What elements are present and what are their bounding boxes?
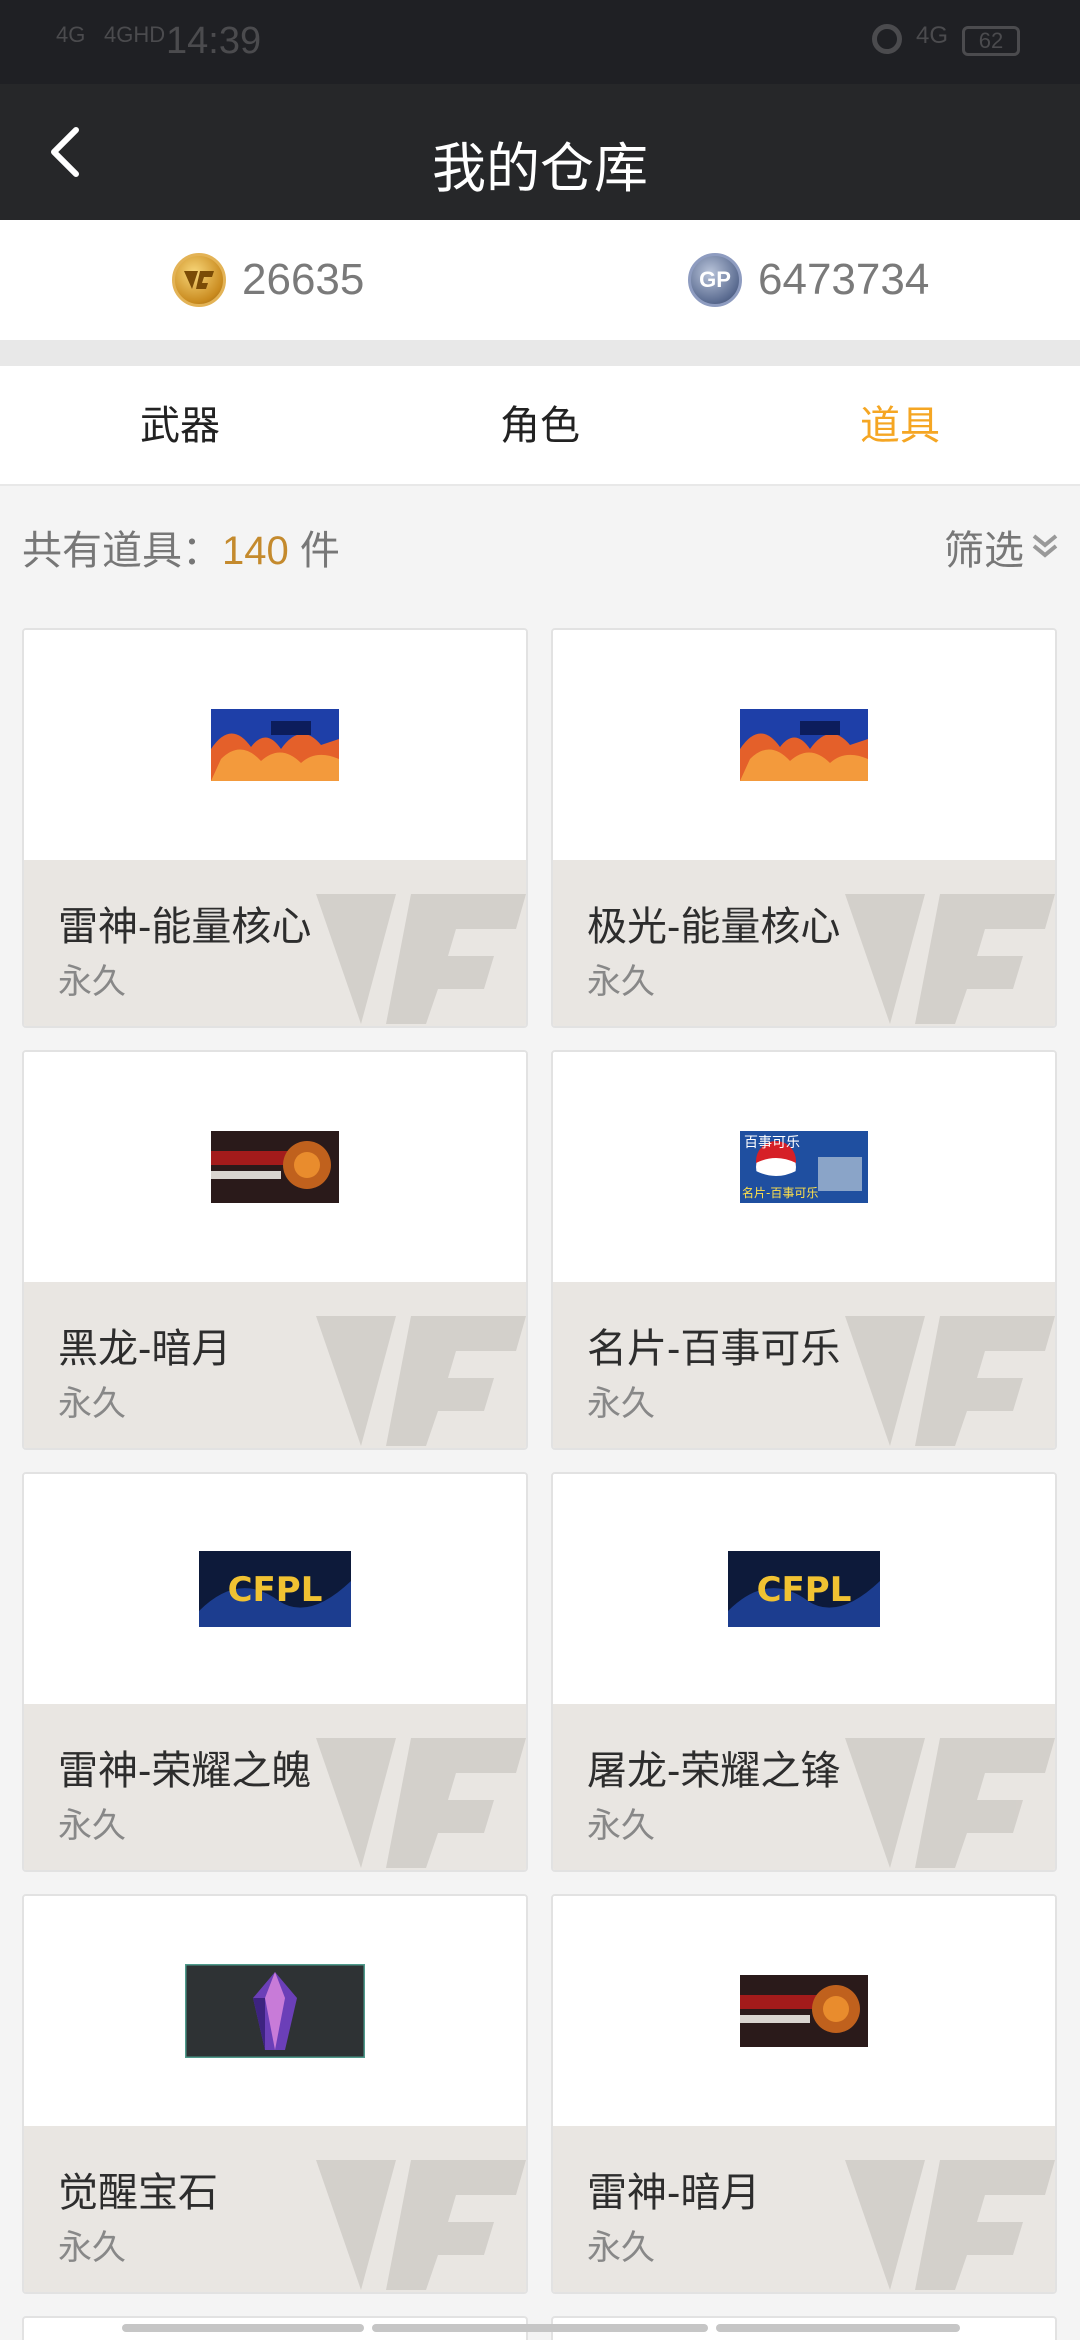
category-tabs: 武器 角色 道具 <box>0 366 1080 486</box>
item-count-suffix: 件 <box>288 529 340 573</box>
item-duration: 永久 <box>58 963 126 1001</box>
item-image-area: CFPL <box>24 1474 526 1704</box>
item-info: 雷神-暗月 永久 <box>553 2126 1055 2292</box>
item-image-area: CFPL <box>553 1474 1055 1704</box>
cf-watermark-icon <box>316 2160 526 2290</box>
item-info: 觉醒宝石 永久 <box>24 2126 526 2292</box>
pepsi-title-text: 百事可乐 <box>744 1135 800 1151</box>
tab-characters[interactable]: 角色 <box>360 366 720 486</box>
signal-icon: 4G <box>56 22 86 47</box>
cfpl-text: CFPL <box>228 1570 323 1610</box>
item-name: 雷神-荣耀之魄 <box>58 1749 312 1793</box>
signal-icon-2: 4GHD <box>104 22 166 47</box>
item-count-number: 140 <box>222 529 289 573</box>
item-card[interactable]: 极光-能量核心 永久 <box>551 628 1057 1028</box>
divider <box>0 340 1080 366</box>
item-image-area <box>24 630 526 860</box>
cf-watermark-icon <box>316 1738 526 1868</box>
cfpl-skin-image: CFPL <box>199 1551 351 1627</box>
item-count-prefix: 共有道具： <box>22 529 222 573</box>
item-duration: 永久 <box>587 1385 655 1423</box>
item-card[interactable]: 雷神-暗月 永久 <box>551 1894 1057 2294</box>
item-info: 黑龙-暗月 永久 <box>24 1282 526 1448</box>
item-image-area <box>24 1052 526 1282</box>
scroll-indicator <box>372 2324 708 2332</box>
item-duration: 永久 <box>58 1385 126 1423</box>
double-chevron-down-icon <box>1032 534 1058 558</box>
item-duration: 永久 <box>58 2229 126 2267</box>
network-icon: 4G <box>916 22 949 49</box>
filter-button[interactable]: 筛选 <box>944 518 1060 576</box>
item-card[interactable]: CFPL 雷神-荣耀之魄 永久 <box>22 1472 528 1872</box>
item-name: 觉醒宝石 <box>58 2171 218 2215</box>
status-bar: 4G 4GHD 14:39 4G 62 <box>0 0 1080 84</box>
tab-weapons[interactable]: 武器 <box>0 366 360 486</box>
item-duration: 永久 <box>587 2229 655 2267</box>
item-info: 雷神-能量核心 永久 <box>24 860 526 1026</box>
gp-coin-icon: GP <box>688 253 742 307</box>
cf-watermark-icon <box>845 2160 1055 2290</box>
item-name: 雷神-暗月 <box>587 2171 761 2215</box>
item-duration: 永久 <box>58 1807 126 1845</box>
gp-points: GP 6473734 <box>688 250 929 310</box>
cf-watermark-icon <box>845 1316 1055 1446</box>
item-info: 极光-能量核心 永久 <box>553 860 1055 1026</box>
cf-watermark-icon <box>845 1738 1055 1868</box>
item-count: 共有道具：140 件 <box>22 518 340 576</box>
item-info: 雷神-荣耀之魄 永久 <box>24 1704 526 1870</box>
alarm-icon <box>872 24 902 54</box>
weapon-skin-image <box>740 1975 868 2047</box>
cfpl-skin-image: CFPL <box>728 1551 880 1627</box>
cf-points-value: 26635 <box>242 255 365 304</box>
weapon-skin-image <box>211 1131 339 1203</box>
scroll-indicator <box>122 2324 364 2332</box>
item-card[interactable]: CFPL 屠龙-荣耀之锋 永久 <box>551 1472 1057 1872</box>
count-bar: 共有道具：140 件 筛选 <box>0 488 1080 600</box>
cf-coin-icon <box>172 253 226 307</box>
item-name: 屠龙-荣耀之锋 <box>587 1749 841 1793</box>
page-title: 我的仓库 <box>432 139 648 199</box>
item-card[interactable]: 百事可乐 名片-百事可乐 名片-百事可乐 永久 <box>551 1050 1057 1450</box>
pepsi-card-image: 百事可乐 名片-百事可乐 <box>740 1131 868 1203</box>
weapon-skin-image <box>211 709 339 781</box>
scroll-indicator <box>716 2324 960 2332</box>
battery-icon: 62 <box>962 26 1020 56</box>
gp-value: 6473734 <box>758 255 930 304</box>
item-image-area <box>24 1896 526 2126</box>
item-card[interactable]: 雷神-能量核心 永久 <box>22 628 528 1028</box>
battery-level: 62 <box>978 28 1004 53</box>
item-duration: 永久 <box>587 963 655 1001</box>
weapon-skin-image <box>740 709 868 781</box>
gem-image <box>185 1964 365 2058</box>
item-name: 黑龙-暗月 <box>58 1327 232 1371</box>
cfpl-text: CFPL <box>757 1570 852 1610</box>
item-info: 名片-百事可乐 永久 <box>553 1282 1055 1448</box>
currency-bar: 26635 GP 6473734 <box>0 220 1080 340</box>
item-name: 名片-百事可乐 <box>587 1327 841 1371</box>
item-image-area <box>553 630 1055 860</box>
item-name: 极光-能量核心 <box>587 905 841 949</box>
item-name: 雷神-能量核心 <box>58 905 312 949</box>
item-image-area: 百事可乐 名片-百事可乐 <box>553 1052 1055 1282</box>
status-time: 14:39 <box>166 20 262 62</box>
cf-points: 26635 <box>172 250 364 310</box>
filter-label: 筛选 <box>944 529 1024 573</box>
app-header: 我的仓库 <box>0 84 1080 220</box>
item-image-area <box>553 1896 1055 2126</box>
cf-watermark-icon <box>845 894 1055 1024</box>
cf-watermark-icon <box>316 1316 526 1446</box>
item-card[interactable]: 黑龙-暗月 永久 <box>22 1050 528 1450</box>
cf-watermark-icon <box>316 894 526 1024</box>
item-card[interactable]: 觉醒宝石 永久 <box>22 1894 528 2294</box>
item-duration: 永久 <box>587 1807 655 1845</box>
pepsi-caption-text: 名片-百事可乐 <box>742 1185 818 1200</box>
tab-items[interactable]: 道具 <box>720 366 1080 486</box>
item-info: 屠龙-荣耀之锋 永久 <box>553 1704 1055 1870</box>
